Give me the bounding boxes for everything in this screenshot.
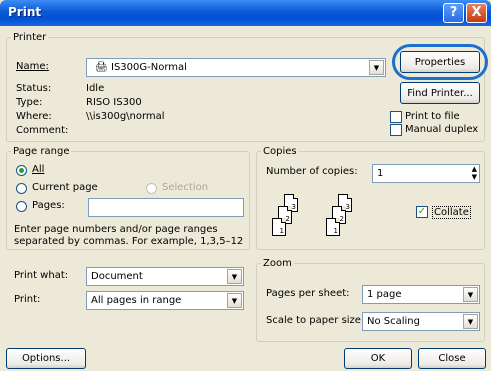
printer-name-label: Name:: [16, 61, 49, 72]
options-button[interactable]: Options...: [6, 348, 86, 369]
close-button[interactable]: Close: [418, 348, 486, 369]
collate-label[interactable]: Collate: [432, 206, 471, 219]
scale-to-paper-value: No Scaling: [367, 316, 420, 327]
chevron-down-icon[interactable]: ▼: [227, 293, 242, 308]
printer-icon: 🖨: [95, 62, 108, 73]
all-pages-radio[interactable]: [16, 165, 27, 176]
close-icon: X: [471, 5, 482, 20]
spinner-down-icon[interactable]: ▼: [472, 173, 477, 181]
where-value: \\is300g\normal: [86, 111, 165, 122]
page-range-legend: Page range: [13, 146, 70, 157]
collate-checkbox[interactable]: ✓: [416, 206, 428, 218]
pages-radio[interactable]: [16, 201, 27, 212]
print-subset-select[interactable]: All pages in range ▼: [86, 291, 244, 310]
page-range-help-line-1: Enter page numbers and/or page ranges: [14, 224, 218, 235]
where-label: Where:: [16, 111, 52, 122]
print-what-label: Print what:: [14, 270, 69, 281]
pages-per-sheet-select[interactable]: 1 page ▼: [362, 285, 480, 304]
pages-per-sheet-value: 1 page: [367, 289, 402, 300]
current-page-label[interactable]: Current page: [32, 182, 98, 193]
comment-label: Comment:: [16, 125, 69, 136]
pages-label[interactable]: Pages:: [32, 200, 65, 211]
status-value: Idle: [86, 83, 105, 94]
help-button[interactable]: ?: [443, 3, 464, 23]
page-range-help-line-2: separated by commas. For example, 1,3,5–…: [14, 236, 244, 247]
chevron-down-icon[interactable]: ▼: [369, 60, 384, 75]
selection-radio: [146, 183, 157, 194]
selection-label: Selection: [162, 182, 209, 193]
pages-per-sheet-label: Pages per sheet:: [266, 288, 350, 299]
printer-name-select[interactable]: 🖨 IS300G-Normal ▼: [86, 58, 386, 77]
print-dialog: Print ? X Printer Name: 🖨 IS300G-Normal …: [0, 0, 491, 371]
type-value: RISO IS300: [86, 97, 142, 108]
spinner-up-icon[interactable]: ▲: [472, 165, 477, 173]
window-title: Print: [8, 5, 42, 19]
status-label: Status:: [16, 83, 52, 94]
copies-legend: Copies: [263, 146, 297, 157]
print-what-value: Document: [91, 271, 143, 282]
number-of-copies-input[interactable]: 1 ▲ ▼: [372, 164, 480, 183]
print-to-file-checkbox[interactable]: [390, 111, 402, 123]
print-to-file-label[interactable]: Print to file: [405, 111, 460, 122]
printer-name-value: IS300G-Normal: [111, 62, 187, 73]
current-page-radio[interactable]: [16, 183, 27, 194]
scale-to-paper-label: Scale to paper size:: [266, 315, 365, 326]
number-of-copies-value: 1: [377, 168, 384, 179]
close-window-button[interactable]: X: [466, 3, 487, 23]
properties-highlight-ring: [392, 44, 488, 80]
pages-input[interactable]: [88, 198, 244, 217]
number-of-copies-label: Number of copies:: [266, 166, 358, 177]
ok-button[interactable]: OK: [344, 348, 412, 369]
print-what-select[interactable]: Document ▼: [86, 267, 244, 286]
print-subset-label: Print:: [14, 294, 41, 305]
chevron-down-icon[interactable]: ▼: [463, 314, 478, 329]
chevron-down-icon[interactable]: ▼: [463, 287, 478, 302]
chevron-down-icon[interactable]: ▼: [227, 269, 242, 284]
page-icon: 1: [326, 218, 340, 236]
find-printer-button[interactable]: Find Printer...: [400, 82, 480, 104]
title-bar[interactable]: Print ? X: [0, 0, 491, 26]
print-subset-value: All pages in range: [91, 295, 182, 306]
help-icon: ?: [449, 5, 458, 20]
printer-group-legend: Printer: [13, 32, 47, 43]
type-label: Type:: [16, 97, 43, 108]
page-icon: 1: [272, 218, 286, 236]
manual-duplex-label[interactable]: Manual duplex: [405, 124, 478, 135]
manual-duplex-checkbox[interactable]: [390, 124, 402, 136]
all-pages-label[interactable]: All: [32, 164, 44, 175]
zoom-legend: Zoom: [263, 258, 292, 269]
scale-to-paper-select[interactable]: No Scaling ▼: [362, 312, 480, 331]
